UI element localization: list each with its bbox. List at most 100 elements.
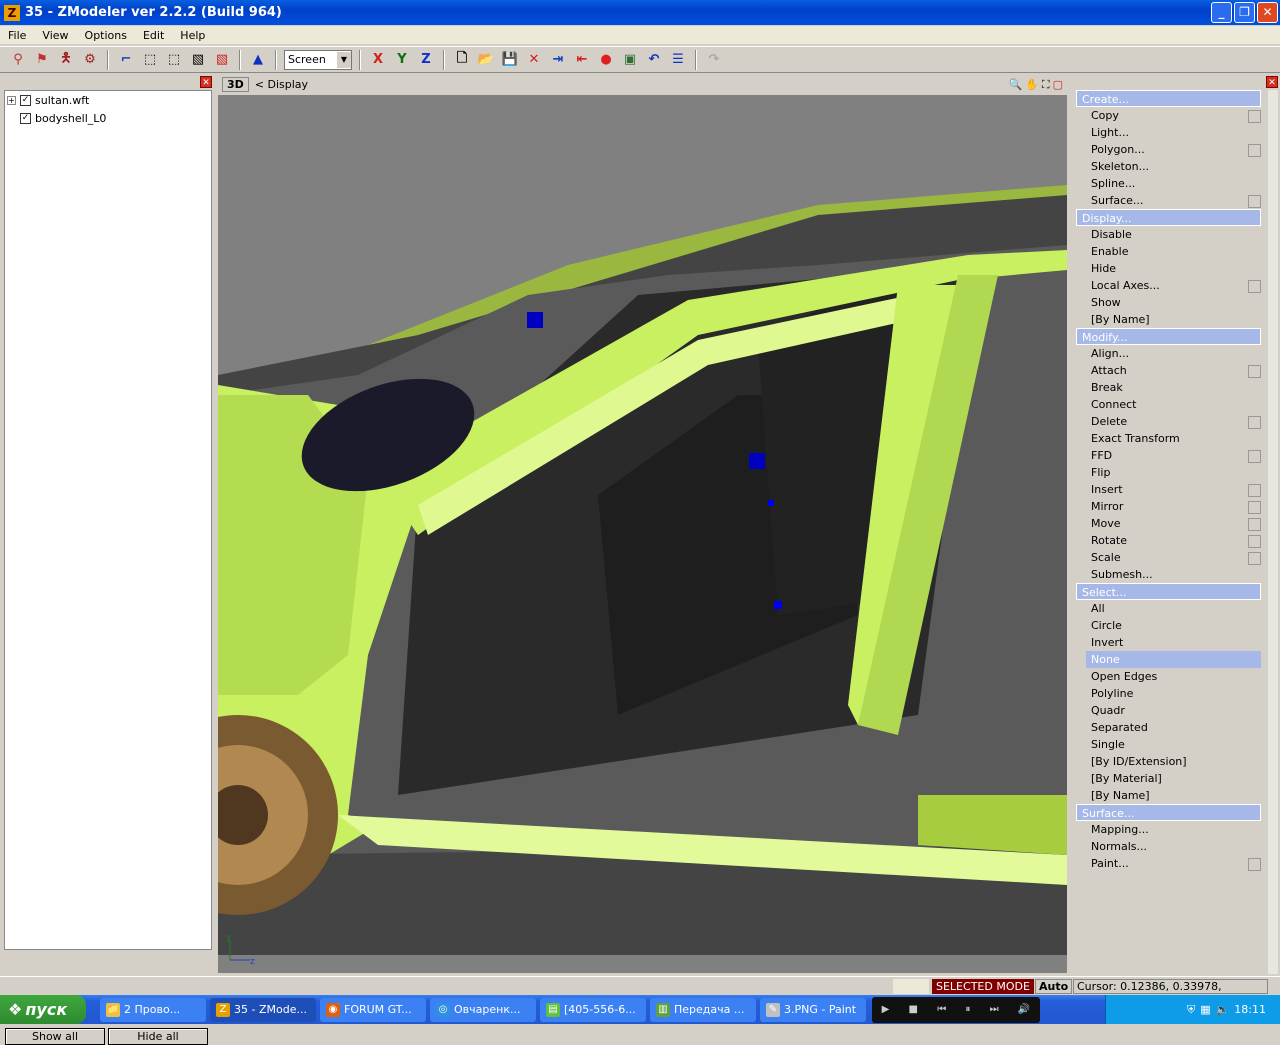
export-icon[interactable]: ⇤ [572, 50, 592, 70]
tree-node-bodyshell[interactable]: ✓ bodyshell_L0 [20, 112, 106, 125]
taskbar-button[interactable]: ✎ 3.PNG - Paint [760, 997, 866, 1022]
command-item[interactable]: [By Name] [1076, 787, 1261, 804]
expand-icon[interactable]: + [7, 96, 16, 105]
volume-icon[interactable]: 🔈 [1216, 1003, 1230, 1016]
show-all-button[interactable]: Show all [5, 1028, 105, 1045]
delete-icon[interactable]: ✕ [524, 50, 544, 70]
save-icon[interactable]: 💾 [500, 50, 520, 70]
command-item[interactable]: Polygon... [1076, 141, 1261, 158]
command-group-header[interactable]: Surface... [1076, 804, 1261, 821]
options-button[interactable] [1248, 552, 1261, 565]
pause-icon[interactable]: ⏸ [965, 1004, 970, 1015]
options-button[interactable] [1248, 518, 1261, 531]
options-button[interactable] [1248, 450, 1261, 463]
command-item[interactable]: Exact Transform [1076, 430, 1261, 447]
undo-icon[interactable]: ↶ [644, 50, 664, 70]
command-item[interactable]: Separated [1076, 719, 1261, 736]
command-group-header[interactable]: Select... [1076, 583, 1261, 600]
scrollbar[interactable] [1268, 90, 1278, 974]
command-item[interactable]: Skeleton... [1076, 158, 1261, 175]
taskbar-button[interactable]: Z 35 - ZMode... [210, 997, 316, 1022]
command-item[interactable]: Spline... [1076, 175, 1261, 192]
hide-all-button[interactable]: Hide all [108, 1028, 208, 1045]
fit-icon[interactable]: ⛶ [1042, 78, 1050, 92]
minimize-button[interactable]: _ [1211, 2, 1232, 23]
command-item[interactable]: Invert [1076, 634, 1261, 651]
command-item[interactable]: Normals... [1076, 838, 1261, 855]
command-item[interactable]: Show [1076, 294, 1261, 311]
menu-help[interactable]: Help [172, 29, 213, 42]
options-button[interactable] [1248, 144, 1261, 157]
command-item[interactable]: Hide [1076, 260, 1261, 277]
texture-icon[interactable]: ▣ [620, 50, 640, 70]
command-item[interactable]: Break [1076, 379, 1261, 396]
object-selected-icon[interactable]: ▧ [212, 50, 232, 70]
maximize-button[interactable]: ❐ [1234, 2, 1255, 23]
axis-x-toggle[interactable]: X [368, 50, 388, 70]
command-item[interactable]: Surface... [1076, 192, 1261, 209]
volume-icon[interactable]: 🔊 [1018, 1004, 1030, 1015]
command-item[interactable]: Enable [1076, 243, 1261, 260]
viewport-mode-button[interactable]: 3D [222, 77, 249, 92]
taskbar-button[interactable]: ▤ [405-556-6... [540, 997, 646, 1022]
command-item[interactable]: Circle [1076, 617, 1261, 634]
properties-icon[interactable]: ☰ [668, 50, 688, 70]
command-group-header[interactable]: Modify... [1076, 328, 1261, 345]
viewport-breadcrumb[interactable]: < Display [255, 78, 308, 91]
taskbar-button[interactable]: ◉ FORUM GT... [320, 997, 426, 1022]
start-button[interactable]: ❖ пуск [0, 995, 86, 1024]
close-icon[interactable]: ✕ [200, 76, 212, 88]
options-button[interactable] [1248, 365, 1261, 378]
next-icon[interactable]: ⏭ [990, 1004, 999, 1015]
command-item[interactable]: Light... [1076, 124, 1261, 141]
options-button[interactable] [1248, 858, 1261, 871]
command-item[interactable]: Move [1076, 515, 1261, 532]
taskbar-button[interactable]: ▥ Передача ... [650, 997, 756, 1022]
skeleton-icon[interactable]: 🯅 [56, 50, 76, 70]
select-vertex-icon[interactable]: ⚲ [8, 50, 28, 70]
options-button[interactable] [1248, 501, 1261, 514]
command-item[interactable]: All [1076, 600, 1261, 617]
axis-y-toggle[interactable]: Y [392, 50, 412, 70]
new-file-icon[interactable]: 🗋 [452, 50, 472, 70]
select-edge-icon[interactable]: ⚑ [32, 50, 52, 70]
object-hatch-icon[interactable]: ▧ [188, 50, 208, 70]
command-item[interactable]: Disable [1076, 226, 1261, 243]
command-item[interactable]: Flip [1076, 464, 1261, 481]
taskbar-button[interactable]: 📁 2 Прово... [100, 997, 206, 1022]
command-item[interactable]: Polyline [1076, 685, 1261, 702]
object-mode-icon[interactable]: ⬚ [164, 50, 184, 70]
command-item[interactable]: Rotate [1076, 532, 1261, 549]
stop-icon[interactable]: ■ [909, 1004, 918, 1015]
command-group-header[interactable]: Create... [1076, 90, 1261, 107]
menu-view[interactable]: View [34, 29, 76, 42]
material-icon[interactable]: ⚙ [80, 50, 100, 70]
viewport-canvas[interactable]: y z [218, 95, 1067, 973]
options-button[interactable] [1248, 535, 1261, 548]
media-player-controls[interactable]: ▶ ■ ⏮ ⏸ ⏭ 🔊 [872, 996, 1040, 1023]
command-item[interactable]: FFD [1076, 447, 1261, 464]
command-item[interactable]: [By Name] [1076, 311, 1261, 328]
menu-file[interactable]: File [0, 29, 34, 42]
visibility-checkbox[interactable]: ✓ [20, 113, 31, 124]
command-item[interactable]: Open Edges [1076, 668, 1261, 685]
options-button[interactable] [1248, 110, 1261, 123]
options-button[interactable] [1248, 195, 1261, 208]
polygon-mode-icon[interactable]: ⬚ [140, 50, 160, 70]
command-item[interactable]: Delete [1076, 413, 1261, 430]
command-item[interactable]: Local Axes... [1076, 277, 1261, 294]
command-item[interactable]: Mapping... [1076, 821, 1261, 838]
taskbar-button[interactable]: ◎ Овчаренк... [430, 997, 536, 1022]
command-item[interactable]: Mirror [1076, 498, 1261, 515]
command-item[interactable]: Connect [1076, 396, 1261, 413]
render-icon[interactable]: ● [596, 50, 616, 70]
coord-mode-select[interactable]: Screen ▼ [284, 49, 352, 70]
command-item[interactable]: [By Material] [1076, 770, 1261, 787]
command-item[interactable]: Single [1076, 736, 1261, 753]
command-item[interactable]: Quadr [1076, 702, 1261, 719]
menu-edit[interactable]: Edit [135, 29, 172, 42]
command-item[interactable]: Submesh... [1076, 566, 1261, 583]
options-button[interactable] [1248, 484, 1261, 497]
network-icon[interactable]: ▦ [1200, 1003, 1210, 1016]
pan-icon[interactable]: ✋ [1025, 78, 1039, 92]
